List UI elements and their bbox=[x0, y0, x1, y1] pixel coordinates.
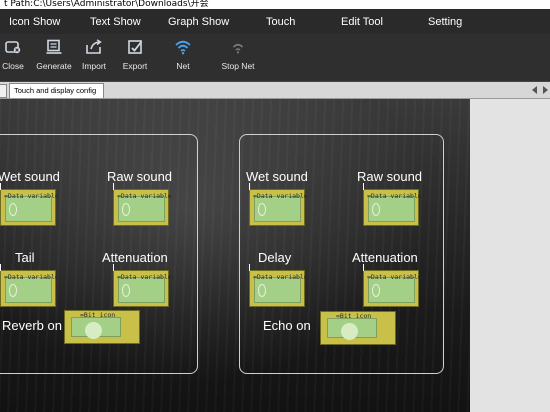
slider-oval-icon bbox=[122, 284, 130, 297]
data-variable-tag: =Data variable bbox=[117, 192, 172, 200]
left-tail-data-widget[interactable]: =Data variable bbox=[0, 264, 59, 307]
data-variable-tag: =Data variable bbox=[117, 273, 172, 281]
data-variable-tag: =Data variable bbox=[253, 192, 308, 200]
widget-anchor bbox=[249, 183, 250, 190]
right-wet-sound-label: Wet sound bbox=[246, 169, 308, 184]
menu-touch[interactable]: Touch bbox=[266, 16, 295, 28]
toggle-knob-icon bbox=[341, 323, 358, 340]
tab-previous-stub[interactable] bbox=[0, 84, 7, 98]
left-wet-sound-data-widget[interactable]: =Data variable bbox=[0, 183, 59, 226]
right-wet-sound-data-widget[interactable]: =Data variable bbox=[249, 183, 308, 226]
slider-oval-icon bbox=[372, 284, 380, 297]
echo-on-bit-widget[interactable]: =Bit icon bbox=[320, 311, 396, 345]
export-button[interactable]: Export bbox=[117, 34, 153, 80]
widget-anchor bbox=[113, 264, 114, 271]
left-raw-sound-data-widget[interactable]: =Data variable bbox=[113, 183, 172, 226]
design-canvas[interactable]: Wet sound Raw sound Tail Attenuation Rev… bbox=[0, 99, 470, 412]
toolbar: Close Generate Import Export Net Stop Ne… bbox=[0, 34, 550, 82]
net-label: Net bbox=[176, 61, 190, 71]
close-button[interactable]: Close bbox=[0, 34, 26, 80]
widget-anchor bbox=[0, 264, 1, 271]
data-variable-tag: =Data variable bbox=[367, 192, 422, 200]
widget-anchor bbox=[363, 264, 364, 271]
tab-strip: Touch and display config bbox=[0, 82, 550, 99]
widget-anchor bbox=[0, 183, 1, 190]
close-icon bbox=[5, 41, 21, 54]
left-wet-sound-label: Wet sound bbox=[0, 169, 60, 184]
export-icon bbox=[128, 40, 143, 54]
slider-oval-icon bbox=[9, 284, 17, 297]
right-raw-sound-label: Raw sound bbox=[357, 169, 423, 184]
data-variable-tag: =Data variable bbox=[367, 273, 422, 281]
stop-net-label: Stop Net bbox=[221, 61, 255, 71]
generate-button[interactable]: Generate bbox=[34, 34, 74, 80]
menu-icon-show[interactable]: Icon Show bbox=[9, 16, 60, 28]
import-label: Import bbox=[81, 61, 107, 71]
right-attenuation-label: Attenuation bbox=[352, 250, 418, 265]
stop-net-button[interactable]: Stop Net bbox=[218, 34, 258, 80]
toggle-track bbox=[71, 317, 121, 339]
tab-scroll-left-icon[interactable] bbox=[532, 86, 537, 94]
toggle-track bbox=[327, 318, 377, 340]
slider-oval-icon bbox=[258, 203, 266, 216]
right-echo-on-label: Echo on bbox=[263, 318, 311, 333]
left-raw-sound-label: Raw sound bbox=[107, 169, 173, 184]
bit-icon-tag: =Bit icon bbox=[336, 312, 372, 320]
slider-oval-icon bbox=[9, 203, 17, 216]
properties-pane bbox=[470, 99, 550, 412]
menu-text-show[interactable]: Text Show bbox=[90, 16, 141, 28]
widget-anchor bbox=[113, 183, 114, 190]
close-label: Close bbox=[2, 61, 24, 71]
right-delay-label: Delay bbox=[258, 250, 292, 265]
menu-setting[interactable]: Setting bbox=[428, 16, 462, 28]
generate-label: Generate bbox=[36, 61, 72, 71]
net-button[interactable]: Net bbox=[168, 34, 198, 80]
reverb-on-bit-widget[interactable]: =Bit icon bbox=[64, 310, 140, 344]
left-tail-label: Tail bbox=[15, 250, 35, 265]
slider-oval-icon bbox=[258, 284, 266, 297]
bit-icon-tag: =Bit icon bbox=[80, 311, 116, 319]
slider-oval-icon bbox=[372, 203, 380, 216]
tab-touch-display-config[interactable]: Touch and display config bbox=[9, 83, 104, 98]
left-reverb-on-label: Reverb on bbox=[2, 318, 62, 333]
data-variable-tag: =Data variable bbox=[4, 273, 59, 281]
import-icon bbox=[86, 39, 102, 54]
data-variable-tag: =Data variable bbox=[253, 273, 308, 281]
right-raw-sound-data-widget[interactable]: =Data variable bbox=[363, 183, 422, 226]
export-label: Export bbox=[122, 61, 148, 71]
window-title-bar: t Path:C:\Users\Administrator\Downloads\… bbox=[0, 0, 550, 9]
data-variable-tag: =Data variable bbox=[4, 192, 59, 200]
slider-oval-icon bbox=[122, 203, 130, 216]
window-title: t Path:C:\Users\Administrator\Downloads\… bbox=[4, 0, 209, 9]
menu-bar: Icon Show Text Show Graph Show Touch Edi… bbox=[0, 9, 550, 34]
import-button[interactable]: Import bbox=[79, 34, 109, 80]
right-attenuation-data-widget[interactable]: =Data variable bbox=[363, 264, 422, 307]
widget-anchor bbox=[249, 264, 250, 271]
left-attenuation-label: Attenuation bbox=[102, 250, 168, 265]
left-attenuation-data-widget[interactable]: =Data variable bbox=[113, 264, 172, 307]
wifi-icon bbox=[175, 40, 191, 55]
toggle-knob-icon bbox=[85, 322, 102, 339]
generate-icon bbox=[46, 39, 62, 54]
wifi-off-icon bbox=[232, 43, 244, 54]
right-delay-data-widget[interactable]: =Data variable bbox=[249, 264, 308, 307]
tab-scroll-right-icon[interactable] bbox=[543, 86, 548, 94]
widget-anchor bbox=[363, 183, 364, 190]
menu-graph-show[interactable]: Graph Show bbox=[168, 16, 229, 28]
menu-edit-tool[interactable]: Edit Tool bbox=[341, 16, 383, 28]
